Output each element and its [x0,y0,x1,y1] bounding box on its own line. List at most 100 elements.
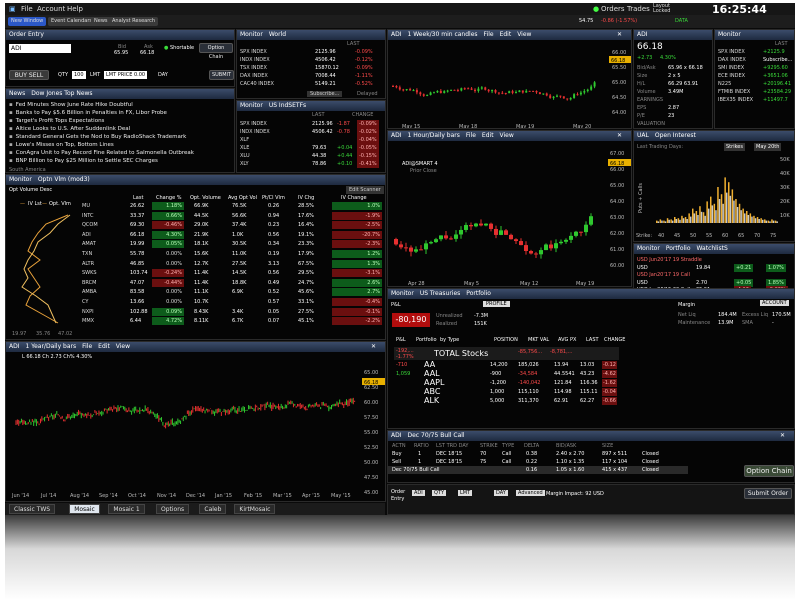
spread-col[interactable]: STRIKE [480,443,498,449]
right-monitor-row[interactable]: FTMIB INDEX +23584.29 [715,88,794,96]
right-monitor-row[interactable]: ECE INDEX +3651.06 [715,72,794,80]
world-row[interactable]: TSX INDEX 15870.12 -0.09% [237,64,385,72]
tab-dow-jones[interactable]: Dow Jones Top News [31,90,92,97]
daily-view-menu[interactable]: View [116,343,130,350]
news-item[interactable]: ▪ Fed Minutes Show June Rate Hike Doubtfu… [9,102,133,108]
right-monitor-row[interactable]: IBEX35 INDEX +11497.7 [715,96,794,104]
account-button[interactable]: ACCOUNT [760,300,789,306]
tab-monitor-3[interactable]: Monitor [9,176,32,183]
week-view-menu[interactable]: View [517,31,531,38]
portfolio-position-row[interactable]: -710 AA 14,200 185,026 13.94 13.03 -0.12 [394,361,619,369]
bottom-symbol-input[interactable]: ADI [412,490,425,496]
daily-edit-menu[interactable]: Edit [98,343,110,350]
world-row[interactable]: CAC40 INDEX 5149.21 -0.52% [237,80,385,88]
news-item[interactable]: ▪ ConAgra Unit to Pay Record Fine Related… [9,150,194,156]
news-item[interactable]: ▪ Banks to Pay $5.6 Billion in Penalties … [9,110,167,116]
news-item[interactable]: ▪ Lowe's Misses on Top, Bottom Lines [9,142,114,148]
index-row[interactable]: SPX INDEX 2125.96 -1.87 -0.09% [237,120,385,128]
index-row[interactable]: XLF -0.04% [237,136,385,144]
hourly-file-menu[interactable]: File [466,132,476,139]
option-volume-row[interactable]: ADI 66.18 4.30% 21.9K 1.0K 0.56 19.1% -20.7% [82,230,385,239]
order-type-select[interactable]: LMT [90,72,100,78]
menu-file[interactable]: File [21,5,33,13]
portfolio-col[interactable]: Portfolio [416,337,437,343]
bottom-lmt-select[interactable]: LMT [458,490,473,496]
menu-help[interactable]: Help [67,5,83,13]
option-volume-row[interactable]: QCOM 69.30 -0.46% 29.0K 37.4K 0.23 16.4% -2.5% [82,221,385,230]
index-row[interactable]: XLU 44.38 +0.44 -0.15% [237,152,385,160]
option-volume-row[interactable]: AMBA 83.58 0.00% 11.1K 6.9K 0.52 45.6% 2.7% [82,288,385,297]
world-row[interactable]: INDX INDEX 4506.42 -0.12% [237,56,385,64]
portfolio-col[interactable]: P&L [396,337,406,343]
analyst-research-button[interactable]: Analyst Research [109,17,159,26]
option-volume-col[interactable]: Opt. Volume [190,195,221,201]
option-volume-row[interactable]: MU 26.62 1.18% 66.9K 76.5K 0.26 28.5% 1.0% [82,202,385,210]
news-item[interactable]: ▪ Target's Profit Tops Expectations [9,118,104,124]
close-icon[interactable]: ✕ [780,431,785,441]
spread-col[interactable]: SIZE [602,443,613,449]
tab-watchlist[interactable]: WatchlistS [697,245,728,252]
spread-col[interactable]: ACTN [392,443,406,449]
spread-leg-row[interactable]: Sell 1 DEC 18'15 75 Call 0.22 1.10 x 1.35 117 x… [388,458,688,466]
option-volume-col[interactable]: Last [133,195,143,201]
option-volume-row[interactable]: MMX 6.44 4.72% 8.11K 6.7K 0.07 45.1% -2.2% [82,317,385,326]
news-item[interactable]: ▪ Altice Looks to U.S. After Suddenlink D… [9,126,130,132]
option-volume-row[interactable]: INTC 33.37 0.66% 44.5K 56.6K 0.94 17.6% -1.9% [82,211,385,220]
profile-button[interactable]: PROFILE [483,301,510,307]
portfolio-col[interactable]: CHANGE [604,337,625,343]
option-chain-button[interactable]: Option Chain [199,43,233,60]
spread-leg-row[interactable]: Buy 1 DEC 18'15 70 Call 0.38 2.40 x 2.70 897 x … [388,450,688,458]
right-monitor-row[interactable]: N225 +20196.41 [715,80,794,88]
bottom-qty-input[interactable]: QTY [432,490,447,496]
news-item[interactable]: ▪ Standard General Gets the Nod to Buy Ra… [9,134,186,140]
layout-tab-classic-tws[interactable]: Classic TWS [9,504,56,514]
advanced-select[interactable]: Advanced [516,490,545,496]
tab-monitor-2[interactable]: Monitor [240,102,263,109]
close-icon[interactable]: ✕ [371,342,376,352]
news-item[interactable]: ▪ BNP Billion to Pay $25 Million to Settl… [9,158,158,164]
portfolio-col[interactable]: MKT VAL [528,337,549,343]
tab-portfolio[interactable]: Portfolio [666,245,691,252]
tab-monitor-4[interactable]: Monitor [718,31,741,38]
edit-scanner-button[interactable]: Edit Scanner [346,186,384,194]
orders-button[interactable]: Orders [601,5,625,13]
option-volume-row[interactable]: SWKS 103.74 -0.24% 11.4K 14.5K 0.56 29.5% -3.1% [82,269,385,278]
week-file-menu[interactable]: File [484,31,494,38]
close-icon[interactable]: ✕ [617,30,622,40]
bottom-day-select[interactable]: DAY [494,490,508,496]
world-row[interactable]: DAX INDEX 7008.44 -1.11% [237,72,385,80]
option-volume-col[interactable]: IV Change [341,195,367,201]
tif-select[interactable]: DAY [158,72,168,78]
option-volume-row[interactable]: CY 13.66 0.00% 10.7K 0.57 33.1% -0.4% [82,298,385,306]
spread-col[interactable]: TYPE [502,443,514,449]
option-volume-row[interactable]: BRCM 47.07 -0.44% 11.4K 18.8K 0.49 24.7% 2.6% [82,278,385,287]
spread-col[interactable]: BID/ASK [556,443,576,449]
hourly-edit-menu[interactable]: Edit [482,132,494,139]
trades-button[interactable]: Trades [627,5,650,13]
portfolio-col[interactable]: AVG PX [558,337,576,343]
layout-tab-caleb[interactable]: Caleb [199,504,227,514]
world-row[interactable]: SPX INDEX 2125.96 -0.09% [237,48,385,56]
index-row[interactable]: XLY 78.86 +0.10 -0.41% [237,160,385,168]
option-volume-col[interactable]: IV Chg [298,195,314,201]
qty-input[interactable]: 100 [72,71,86,79]
option-volume-row[interactable]: ALTR 46.85 0.00% 12.7K 27.5K 3.13 67.5% 1.3% [82,259,385,268]
portfolio-position-row[interactable]: 1,059 AAL -900 -34,584 44.5541 43.23 -4.62 [394,370,619,378]
index-row[interactable]: XLE 79.63 +0.04 -0.05% [237,144,385,152]
layout-tab-kirtmosaic[interactable]: KirtMosaic [234,504,276,514]
tab-monitor-5[interactable]: Monitor [637,245,660,252]
week-edit-menu[interactable]: Edit [500,31,512,38]
submit-button[interactable]: SUBMIT [209,70,234,80]
date-select[interactable]: May 20th [754,143,782,151]
news-button[interactable]: News [91,17,111,26]
option-volume-col[interactable]: Change % [156,195,181,201]
layout-tab-mosaic-1[interactable]: Mosaic 1 [108,504,145,514]
layout-tab-options[interactable]: Options [156,504,190,514]
portfolio-col[interactable]: POSITION [494,337,518,343]
subscribe-button[interactable]: Subscribe... [307,91,343,97]
option-volume-col[interactable]: Avg Opt Vol [228,195,257,201]
tab-portfolio-2[interactable]: Portfolio [466,290,491,297]
layout-tab-mosaic[interactable]: Mosaic [69,504,100,514]
tab-us-treasuries[interactable]: US Treasuries [420,290,460,297]
option-volume-row[interactable]: TXN 55.78 0.00% 15.6K 11.0K 0.19 17.9% 1.2% [82,250,385,258]
